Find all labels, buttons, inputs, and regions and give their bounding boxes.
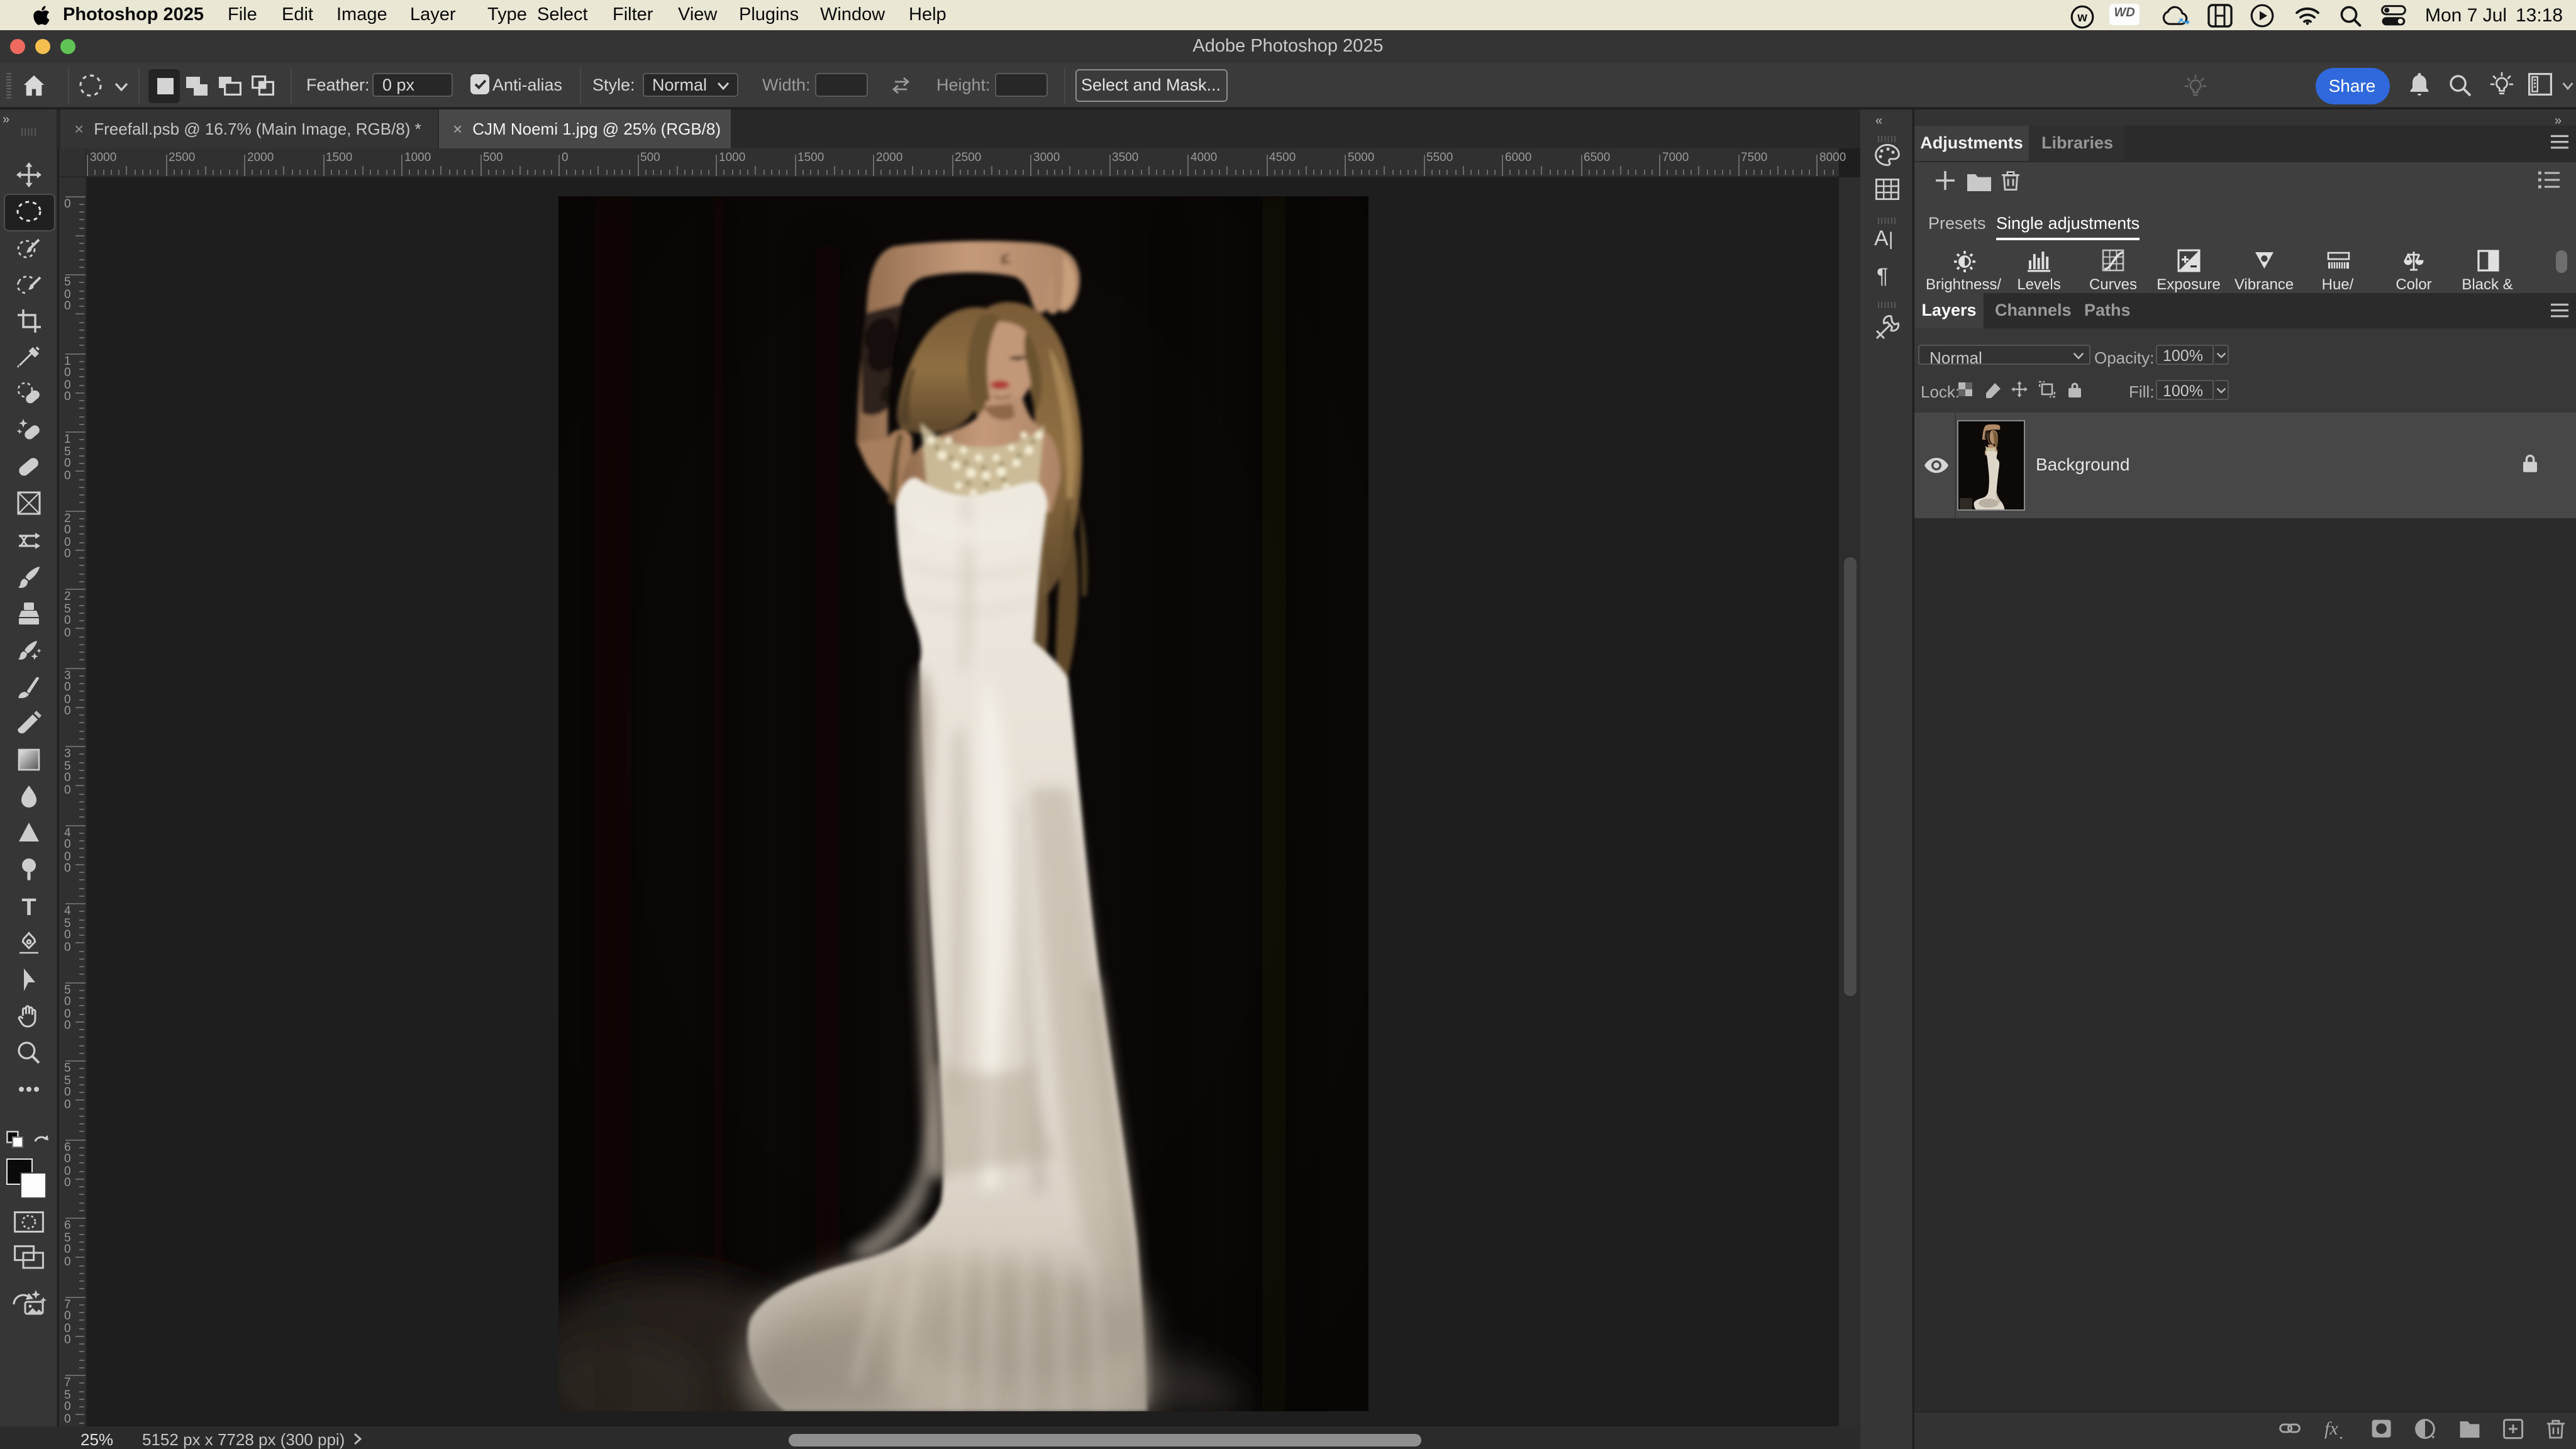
svg-text:fx: fx [2324,1419,2338,1439]
svg-text:w: w [2077,10,2087,24]
svg-text:T: T [21,894,36,919]
